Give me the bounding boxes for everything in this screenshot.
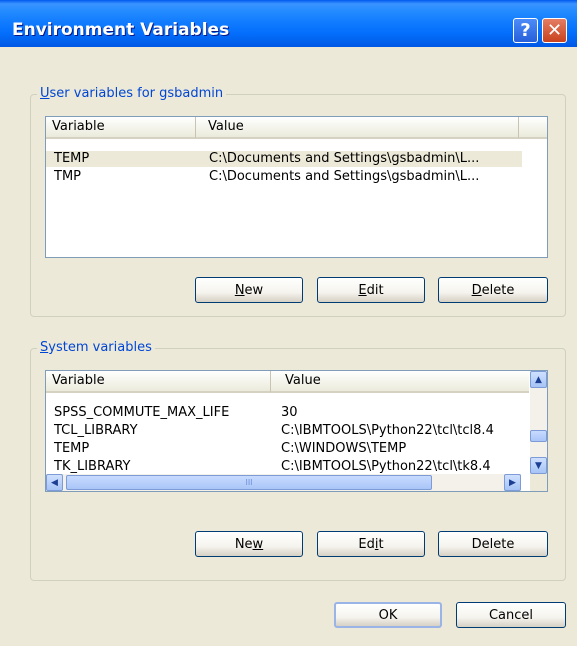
user-col-value-header[interactable]: Value bbox=[196, 117, 519, 139]
scroll-horizontal-thumb[interactable]: III bbox=[66, 475, 432, 490]
system-delete-button[interactable]: Delete bbox=[438, 531, 548, 557]
system-variables-list[interactable]: Variable Value SPSS_COMMUTE_MAX_LIFE 30 … bbox=[45, 370, 548, 492]
scroll-vertical-thumb[interactable] bbox=[530, 430, 547, 442]
system-row[interactable]: SPSS_COMMUTE_MAX_LIFE 30 bbox=[46, 405, 532, 421]
help-icon: ? bbox=[520, 20, 531, 41]
scroll-right-icon[interactable]: ▶ bbox=[504, 474, 521, 491]
system-col-variable-header[interactable]: Variable bbox=[46, 371, 271, 393]
system-variables-legend: System variables bbox=[37, 340, 155, 355]
help-button[interactable]: ? bbox=[513, 18, 538, 43]
window-title: Environment Variables bbox=[12, 20, 230, 40]
cancel-button[interactable]: Cancel bbox=[456, 602, 566, 628]
scroll-up-icon[interactable]: ▲ bbox=[530, 371, 547, 388]
system-col-value-header[interactable]: Value bbox=[271, 371, 529, 393]
title-bar[interactable]: Environment Variables ? ✕ bbox=[0, 0, 577, 47]
user-variables-list[interactable]: Variable Value TEMP C:\Documents and Set… bbox=[45, 116, 548, 258]
system-edit-button[interactable]: Ed i t bbox=[317, 531, 425, 557]
user-row-variable: TEMP bbox=[54, 151, 90, 166]
scroll-down-icon[interactable]: ▼ bbox=[530, 457, 547, 474]
scroll-left-icon[interactable]: ◀ bbox=[46, 474, 63, 491]
close-icon: ✕ bbox=[546, 20, 563, 41]
system-row[interactable]: TK_LIBRARY C:\IBMTOOLS\Python22\tcl\tk8.… bbox=[46, 459, 532, 475]
user-row-value: C:\Documents and Settings\gsbadmin\L... bbox=[209, 151, 480, 166]
system-horizontal-scrollbar[interactable]: ◀ III ▶ bbox=[46, 474, 521, 491]
user-edit-button[interactable]: Edit bbox=[317, 277, 425, 303]
user-delete-button[interactable]: Delete bbox=[438, 277, 548, 303]
user-row-variable: TMP bbox=[54, 169, 81, 184]
ok-button[interactable]: OK bbox=[334, 602, 442, 628]
user-col-variable-header[interactable]: Variable bbox=[46, 117, 196, 139]
system-vertical-scrollbar[interactable]: ▲ ▼ bbox=[530, 371, 547, 475]
system-new-button[interactable]: Ne w bbox=[195, 531, 303, 557]
user-header-filler bbox=[519, 117, 547, 139]
close-button[interactable]: ✕ bbox=[542, 18, 567, 43]
scroll-corner bbox=[530, 474, 547, 491]
user-new-button[interactable]: New bbox=[195, 277, 303, 303]
user-row-tmp[interactable]: TMP C:\Documents and Settings\gsbadmin\L… bbox=[46, 169, 522, 185]
system-row[interactable]: TCL_LIBRARY C:\IBMTOOLS\Python22\tcl\tcl… bbox=[46, 423, 532, 439]
user-row-value: C:\Documents and Settings\gsbadmin\L... bbox=[209, 169, 480, 184]
user-row-temp[interactable]: TEMP C:\Documents and Settings\gsbadmin\… bbox=[46, 151, 522, 167]
user-variables-legend: User variables for gsbadmin bbox=[37, 86, 227, 101]
system-row[interactable]: TEMP C:\WINDOWS\TEMP bbox=[46, 441, 532, 457]
